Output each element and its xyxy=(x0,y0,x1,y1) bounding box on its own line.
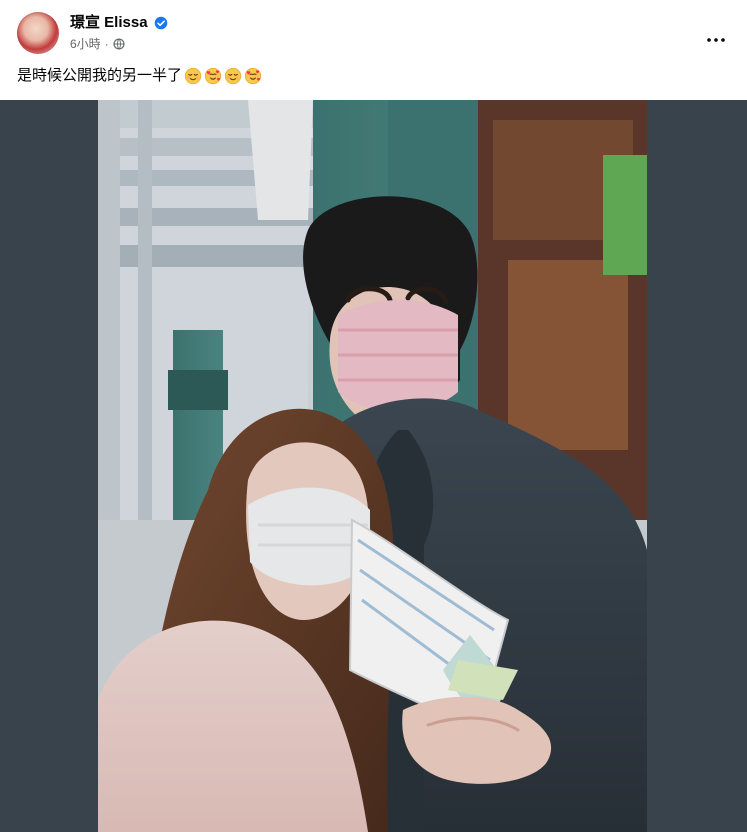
photo-illustration xyxy=(98,100,647,832)
post-timestamp[interactable]: 6小時 xyxy=(70,36,101,52)
author-name[interactable]: 璟宣 Elissa xyxy=(70,13,148,33)
more-options-button[interactable] xyxy=(703,18,729,44)
verified-badge-icon xyxy=(154,16,168,30)
smiling-face-with-hearts-emoji xyxy=(204,67,222,85)
author-avatar[interactable] xyxy=(17,12,59,54)
relieved-face-emoji xyxy=(184,67,202,85)
post-meta: 6小時 · xyxy=(70,36,125,52)
post-media[interactable] xyxy=(0,100,747,832)
post-caption: 是時候公開我的另一半了 xyxy=(17,66,262,86)
post-header: 璟宣 Elissa 6小時 · xyxy=(0,0,747,62)
author-line: 璟宣 Elissa xyxy=(70,13,168,33)
facebook-post: 璟宣 Elissa 6小時 · 是時候公開我的另一半了 xyxy=(0,0,747,832)
caption-text: 是時候公開我的另一半了 xyxy=(17,67,183,84)
more-options-icon xyxy=(707,29,725,42)
relieved-face-emoji xyxy=(224,67,242,85)
caption-emojis xyxy=(184,67,262,85)
post-photo[interactable] xyxy=(98,100,647,832)
meta-separator: · xyxy=(104,37,109,51)
smiling-face-with-hearts-emoji xyxy=(244,67,262,85)
globe-icon[interactable] xyxy=(113,38,125,50)
